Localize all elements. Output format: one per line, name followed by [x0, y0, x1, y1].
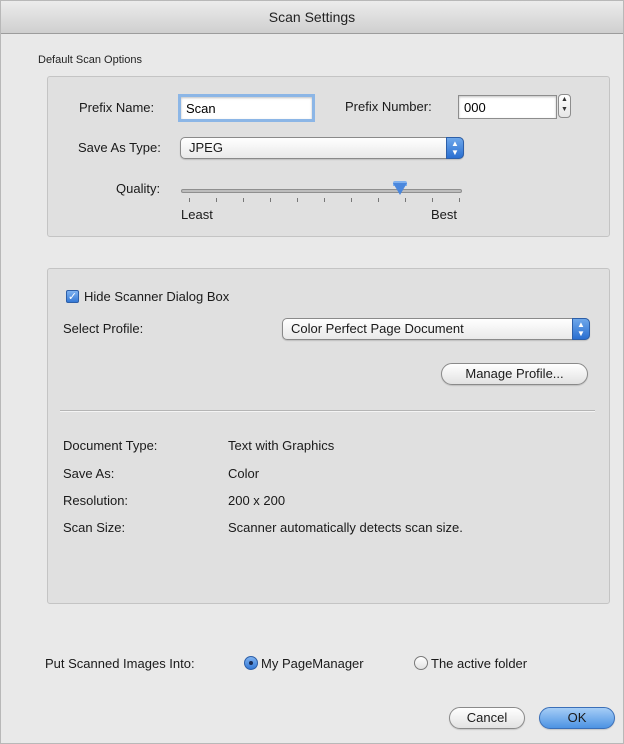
select-profile-value: Color Perfect Page Document [291, 321, 464, 336]
slider-tick [459, 198, 460, 202]
detail-label: Scan Size: [63, 520, 126, 535]
detail-value: Text with Graphics [228, 438, 335, 453]
quality-slider-pointer[interactable] [393, 183, 408, 195]
slider-tick [324, 198, 325, 202]
manage-profile-button[interactable]: Manage Profile... [441, 363, 588, 385]
divider [60, 410, 595, 412]
detail-value: Color [228, 466, 260, 481]
quality-label: Quality: [116, 181, 161, 196]
select-profile-select[interactable]: Color Perfect Page Document ▲ ▼ [282, 318, 590, 340]
checkmark-icon: ✓ [67, 291, 78, 303]
detail-value: 200 x 200 [228, 493, 286, 508]
radio-active-folder[interactable] [414, 656, 428, 670]
radio-label-active-folder: The active folder [431, 656, 528, 671]
destination-label: Put Scanned Images Into: [45, 656, 195, 671]
save-as-type-label: Save As Type: [78, 140, 161, 155]
slider-tick [297, 198, 298, 202]
prefix-name-label: Prefix Name: [79, 100, 155, 115]
cancel-button[interactable]: Cancel [449, 707, 525, 729]
quality-min-label: Least [181, 207, 213, 222]
save-as-type-select[interactable]: JPEG ▲ ▼ [180, 137, 464, 159]
detail-label: Resolution: [63, 493, 129, 508]
slider-tick [243, 198, 244, 202]
prefix-number-input[interactable] [458, 95, 557, 119]
slider-tick [405, 198, 406, 202]
detail-value: Scanner automatically detects scan size. [228, 520, 463, 535]
window-title: Scan Settings [1, 1, 623, 34]
default-options-panel: Prefix Name: Prefix Number: ▲▼ Save As T… [47, 76, 610, 237]
slider-tick [270, 198, 271, 202]
prefix-number-label: Prefix Number: [345, 99, 432, 114]
quality-slider-track[interactable] [181, 189, 462, 193]
updown-chevron-icon: ▲ ▼ [446, 137, 464, 159]
profile-panel: ✓ Hide Scanner Dialog Box Select Profile… [47, 268, 610, 604]
section-label: Default Scan Options [38, 54, 142, 66]
slider-tick [378, 198, 379, 202]
slider-tick [189, 198, 190, 202]
slider-tick [216, 198, 217, 202]
slider-tick [351, 198, 352, 202]
updown-chevron-icon: ▲ ▼ [572, 318, 590, 340]
detail-label: Document Type: [63, 438, 158, 453]
ok-button[interactable]: OK [539, 707, 615, 729]
save-as-type-value: JPEG [189, 140, 223, 155]
scan-settings-window: Scan Settings Default Scan Options Prefi… [0, 0, 624, 744]
slider-tick [432, 198, 433, 202]
hide-dialog-label: Hide Scanner Dialog Box [84, 289, 230, 304]
detail-label: Save As: [63, 466, 115, 481]
quality-max-label: Best [431, 207, 458, 222]
hide-dialog-checkbox[interactable]: ✓ [66, 290, 79, 303]
stepper-arrows-icon[interactable]: ▲ ▼ [558, 94, 571, 118]
radio-my-pagemanager[interactable] [244, 656, 258, 670]
prefix-name-input[interactable] [178, 94, 315, 122]
select-profile-label: Select Profile: [63, 321, 144, 336]
radio-label-my-pagemanager: My PageManager [261, 656, 364, 671]
